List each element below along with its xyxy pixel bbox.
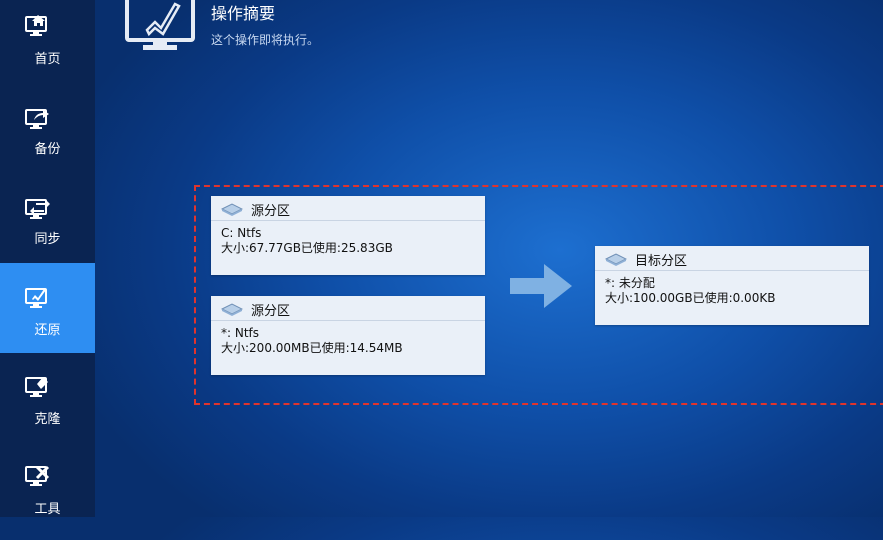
sidebar-item-restore[interactable]: 还原 [0,263,95,353]
sidebar-item-label: 工具 [34,502,61,517]
card-header: 源分区 [211,196,485,221]
partition-name: *: Ntfs [221,326,260,340]
clone-monitor-icon [25,377,48,397]
partition-name: C: Ntfs [221,226,262,240]
restore-monitor-icon [25,288,47,308]
sidebar-item-tools[interactable]: 工具 [0,450,95,540]
sync-monitor-icon [25,199,50,219]
sidebar-item-sync[interactable]: 同步 [0,180,95,270]
partition-size: 大小:200.00MB已使用:14.54MB [221,341,403,355]
sidebar-item-label: 还原 [34,323,61,338]
home-monitor-icon [25,15,47,36]
card-title: 源分区 [251,304,291,319]
partition-name: *: 未分配 [605,276,655,290]
sidebar-item-label: 同步 [34,232,61,247]
summary-monitor-icon [125,0,195,50]
card-header: 目标分区 [595,246,869,271]
disk-icon [221,203,243,216]
main-content: 操作摘要 这个操作即将执行。 源分区 C: Ntfs 大小:67.77GB已使用… [95,0,883,517]
page-title: 操作摘要 [211,4,276,23]
sidebar-item-home[interactable]: 首页 [0,0,95,90]
sidebar-item-clone[interactable]: 克隆 [0,360,95,450]
card-title: 目标分区 [635,254,688,269]
partition-size: 大小:67.77GB已使用:25.83GB [221,241,393,255]
tools-monitor-icon [25,465,50,486]
card-title: 源分区 [251,204,291,219]
sidebar-item-label: 首页 [34,52,61,67]
disk-icon [605,253,627,266]
sidebar-item-backup[interactable]: 备份 [0,90,95,180]
sidebar-item-label: 克隆 [34,412,61,427]
target-partition-card: 目标分区 *: 未分配 大小:100.00GB已使用:0.00KB [595,246,869,325]
page-subtitle: 这个操作即将执行。 [211,33,320,47]
sidebar-item-label: 备份 [34,142,61,157]
source-partition-card: 源分区 C: Ntfs 大小:67.77GB已使用:25.83GB [211,196,485,275]
backup-monitor-icon [25,109,49,129]
sidebar: 首页 备份 同步 还原 克隆 工具 [0,0,95,517]
arrow-right-icon [510,264,572,308]
partition-size: 大小:100.00GB已使用:0.00KB [605,291,776,305]
card-header: 源分区 [211,296,485,321]
source-partition-card: 源分区 *: Ntfs 大小:200.00MB已使用:14.54MB [211,296,485,375]
disk-icon [221,303,243,316]
